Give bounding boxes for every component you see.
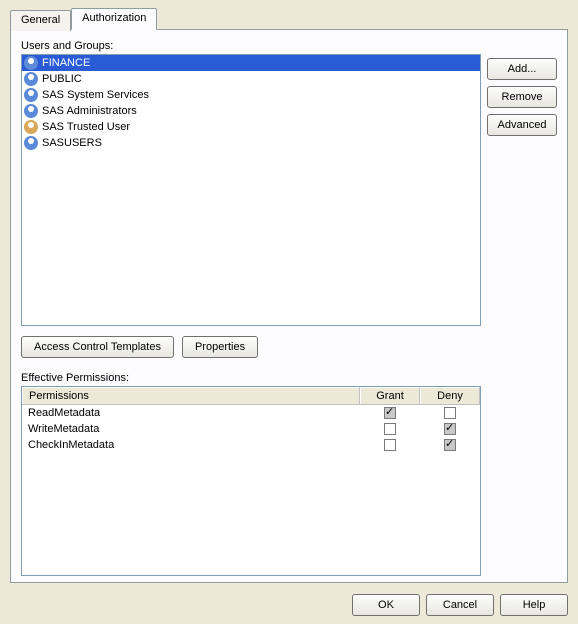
group-icon <box>24 88 38 102</box>
users-groups-label: Users and Groups: <box>21 40 557 52</box>
users-groups-list[interactable]: FINANCE PUBLIC SAS System Services SAS Admi… <box>21 54 481 326</box>
cancel-button[interactable]: Cancel <box>426 594 494 616</box>
ok-button[interactable]: OK <box>352 594 420 616</box>
group-icon <box>24 136 38 150</box>
dialog-footer: OK Cancel Help <box>352 594 568 616</box>
tab-authorization[interactable]: Authorization <box>71 8 157 30</box>
grant-cell <box>360 423 420 435</box>
group-icon <box>24 56 38 70</box>
access-control-templates-button[interactable]: Access Control Templates <box>21 336 174 358</box>
list-item-label: SAS Trusted User <box>42 121 130 133</box>
permissions-header: Permissions Grant Deny <box>22 387 480 405</box>
table-row: CheckInMetadata <box>22 437 480 453</box>
grant-cell <box>360 439 420 451</box>
group-icon <box>24 72 38 86</box>
tab-bar: General Authorization <box>10 8 568 29</box>
properties-button[interactable]: Properties <box>182 336 258 358</box>
list-item[interactable]: PUBLIC <box>22 71 480 87</box>
deny-cell <box>420 423 480 435</box>
deny-checkbox[interactable] <box>444 407 456 419</box>
permission-name: ReadMetadata <box>22 407 360 419</box>
effective-permissions-label: Effective Permissions: <box>21 372 557 384</box>
permission-name: WriteMetadata <box>22 423 360 435</box>
list-item-label: PUBLIC <box>42 73 82 85</box>
list-item[interactable]: SAS System Services <box>22 87 480 103</box>
grant-checkbox[interactable] <box>384 439 396 451</box>
remove-button[interactable]: Remove <box>487 86 557 108</box>
list-item[interactable]: SAS Administrators <box>22 103 480 119</box>
add-button[interactable]: Add... <box>487 58 557 80</box>
header-deny[interactable]: Deny <box>420 387 480 404</box>
authorization-dialog: General Authorization Users and Groups: … <box>0 0 578 624</box>
list-item-label: SAS System Services <box>42 89 149 101</box>
grant-cell <box>360 407 420 419</box>
grant-checkbox[interactable] <box>384 407 396 419</box>
help-button[interactable]: Help <box>500 594 568 616</box>
header-grant[interactable]: Grant <box>360 387 420 404</box>
permissions-table: Permissions Grant Deny ReadMetadata Write… <box>21 386 481 576</box>
list-item-label: FINANCE <box>42 57 90 69</box>
group-icon <box>24 104 38 118</box>
list-item[interactable]: FINANCE <box>22 55 480 71</box>
list-item-label: SAS Administrators <box>42 105 137 117</box>
list-item[interactable]: SAS Trusted User <box>22 119 480 135</box>
list-item-label: SASUSERS <box>42 137 102 149</box>
permission-name: CheckInMetadata <box>22 439 360 451</box>
table-row: WriteMetadata <box>22 421 480 437</box>
below-list-buttons: Access Control Templates Properties <box>21 336 557 358</box>
deny-checkbox[interactable] <box>444 423 456 435</box>
grant-checkbox[interactable] <box>384 423 396 435</box>
authorization-panel: Users and Groups: FINANCE PUBLIC SAS Syste… <box>10 29 568 583</box>
side-buttons: Add... Remove Advanced <box>487 58 557 136</box>
deny-checkbox[interactable] <box>444 439 456 451</box>
list-item[interactable]: SASUSERS <box>22 135 480 151</box>
deny-cell <box>420 407 480 419</box>
table-row: ReadMetadata <box>22 405 480 421</box>
permissions-body: ReadMetadata WriteMetadata CheckInMetadata <box>22 405 480 453</box>
advanced-button[interactable]: Advanced <box>487 114 557 136</box>
header-permissions[interactable]: Permissions <box>22 387 360 404</box>
tab-general[interactable]: General <box>10 10 71 31</box>
deny-cell <box>420 439 480 451</box>
user-icon <box>24 120 38 134</box>
